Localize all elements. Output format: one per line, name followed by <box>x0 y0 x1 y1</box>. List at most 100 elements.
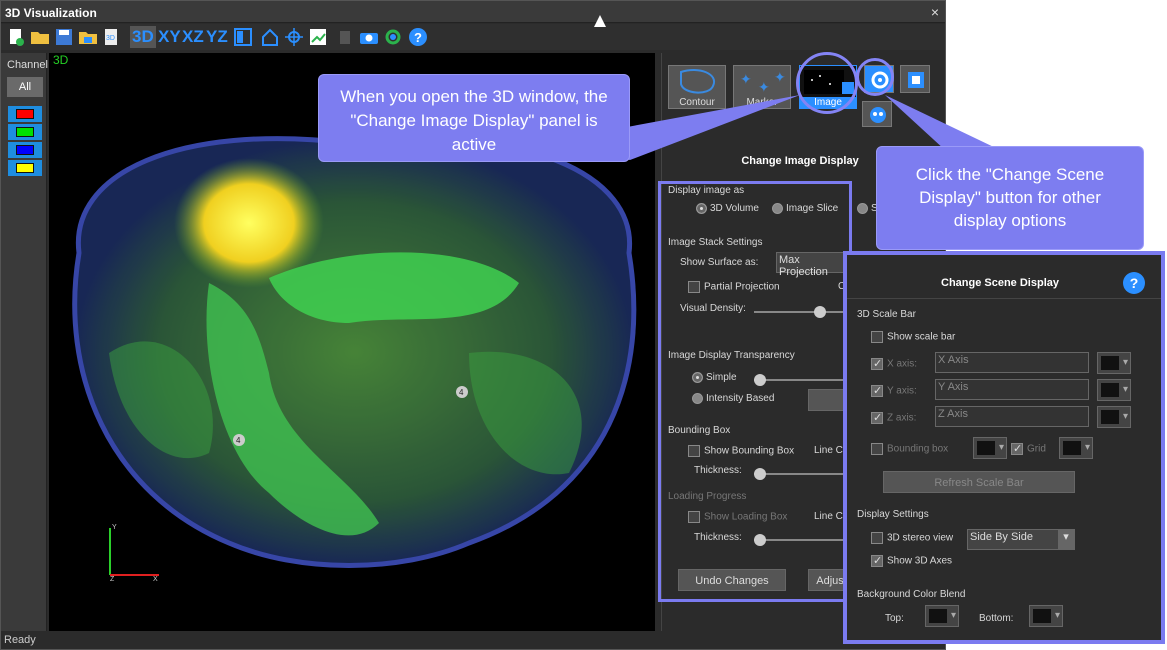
camera-view-button[interactable] <box>862 101 892 127</box>
stereo-mode-select[interactable]: Side By Side ▾ <box>967 529 1075 550</box>
volume-option[interactable]: 3D Volume <box>696 203 759 214</box>
slice-option[interactable]: Image Slice <box>772 203 838 214</box>
status-text: Ready <box>4 634 36 646</box>
checkbox <box>871 412 883 424</box>
partial-label: Partial Projection <box>704 281 780 293</box>
display-settings-label: Display Settings <box>857 509 929 520</box>
slice-label: Image Slice <box>786 203 839 215</box>
bg-bottom-color-dropdown[interactable] <box>1029 605 1063 627</box>
intensity-option[interactable]: Intensity Based <box>692 393 774 404</box>
close-icon[interactable]: × <box>931 4 939 20</box>
scene-help-icon[interactable]: ? <box>1123 272 1145 294</box>
show-loading-checkbox[interactable]: Show Loading Box <box>688 511 787 523</box>
home-icon[interactable] <box>259 26 281 48</box>
volume-label: 3D Volume <box>710 203 759 215</box>
status-bar: Ready <box>1 631 945 649</box>
scene-title: Change Scene Display <box>941 277 1059 289</box>
channel-swatch-yellow[interactable] <box>8 160 42 176</box>
y-axis-input[interactable]: Y Axis <box>935 379 1089 400</box>
scale-bar-label: 3D Scale Bar <box>857 309 916 320</box>
help-icon[interactable]: ? <box>407 26 429 48</box>
target-icon[interactable] <box>283 26 305 48</box>
surface-select[interactable]: Max Projection <box>776 252 852 278</box>
cube-icon[interactable] <box>334 26 356 48</box>
display-settings-button[interactable] <box>900 65 930 93</box>
density-slider[interactable] <box>754 306 848 318</box>
radio <box>692 393 703 404</box>
slider-knob[interactable] <box>814 306 826 318</box>
bbox-thickness-label: Thickness: <box>694 465 742 476</box>
y-axis-color-dropdown[interactable] <box>1097 379 1131 401</box>
add-chart-icon[interactable] <box>307 26 329 48</box>
third-option[interactable]: S <box>857 203 878 214</box>
view-yz-button[interactable]: YZ <box>206 26 228 48</box>
grid-checkbox[interactable]: Grid <box>1011 443 1046 455</box>
channel-color <box>16 145 34 155</box>
channel-color <box>16 127 34 137</box>
channel-swatch-green[interactable] <box>8 124 42 140</box>
stereo-mode-value: Side By Side <box>970 531 1033 543</box>
checkbox <box>871 331 883 343</box>
gear-button-highlight <box>856 58 894 96</box>
undo-changes-button[interactable]: Undo Changes <box>678 569 786 591</box>
open-folder-icon[interactable] <box>29 26 51 48</box>
stack-label: Image Stack Settings <box>668 237 763 248</box>
z-axis-color-dropdown[interactable] <box>1097 406 1131 428</box>
z-axis-checkbox[interactable]: Z axis: <box>871 412 916 424</box>
x-axis-label: X axis: <box>887 358 918 370</box>
slider-knob[interactable] <box>754 534 766 546</box>
view-xy-button[interactable]: XY <box>158 26 181 48</box>
change-scene-display-panel: Change Scene Display ? 3D Scale Bar Show… <box>843 251 1165 644</box>
stereo-view-label: 3D stereo view <box>887 532 954 544</box>
bounding-box-label: Bounding box <box>887 443 949 455</box>
stereo-view-checkbox[interactable]: 3D stereo view <box>871 532 953 544</box>
simple-option[interactable]: Simple <box>692 372 737 383</box>
x-axis-label: X <box>153 576 158 583</box>
show-scale-bar-checkbox[interactable]: Show scale bar <box>871 331 955 343</box>
bbox-thickness-slider[interactable] <box>754 468 848 480</box>
layout-icon[interactable] <box>232 26 254 48</box>
bg-bottom-label: Bottom: <box>979 613 1014 624</box>
channel-swatch-blue[interactable] <box>8 142 42 158</box>
chevron-down-icon: ▾ <box>1058 530 1074 549</box>
bounding-box-color-dropdown[interactable] <box>973 437 1007 459</box>
y-axis-checkbox[interactable]: Y axis: <box>871 385 917 397</box>
marker-button[interactable]: ✦ ✦ ✦ Marker <box>733 65 791 109</box>
display-as-label: Display image as <box>668 185 745 196</box>
x-axis-color-dropdown[interactable] <box>1097 352 1131 374</box>
contour-button[interactable]: Contour <box>668 65 726 109</box>
camera-icon[interactable] <box>358 26 380 48</box>
marker-stars-icon: ✦ ✦✦ <box>740 70 786 96</box>
simple-label: Simple <box>706 372 737 384</box>
owl-icon <box>870 107 886 123</box>
grid-color-dropdown[interactable] <box>1059 437 1093 459</box>
x-axis-checkbox[interactable]: X axis: <box>871 358 917 370</box>
transparency-slider[interactable] <box>754 374 848 386</box>
bg-top-color-dropdown[interactable] <box>925 605 959 627</box>
channel-swatch-red[interactable] <box>8 106 42 122</box>
marker-label: Marker <box>746 97 778 108</box>
save-icon[interactable] <box>53 26 75 48</box>
partial-projection-checkbox[interactable]: Partial Projection <box>688 281 780 293</box>
export-3d-icon[interactable]: 3D <box>101 26 123 48</box>
checkbox <box>871 358 883 370</box>
checkbox <box>688 281 700 293</box>
view-xz-button[interactable]: XZ <box>182 26 204 48</box>
slider-knob[interactable] <box>754 374 766 386</box>
refresh-icon[interactable] <box>382 26 404 48</box>
bounding-box-checkbox[interactable]: Bounding box <box>871 443 948 455</box>
new-file-icon[interactable] <box>5 26 27 48</box>
checkbox <box>871 385 883 397</box>
z-axis-input[interactable]: Z Axis <box>935 406 1089 427</box>
refresh-scale-bar-button[interactable]: Refresh Scale Bar <box>883 471 1075 493</box>
z-axis-label: Z <box>110 576 115 583</box>
open-folder-blue-icon[interactable] <box>77 26 99 48</box>
slider-knob[interactable] <box>754 468 766 480</box>
x-axis-input[interactable]: X Axis <box>935 352 1089 373</box>
channel-all-button[interactable]: All <box>7 77 43 97</box>
show-bbox-checkbox[interactable]: Show Bounding Box <box>688 445 794 457</box>
view-3d-button[interactable]: 3D <box>130 26 156 48</box>
show-axes-checkbox[interactable]: Show 3D Axes <box>871 555 952 567</box>
checkbox <box>1011 443 1023 455</box>
loading-thickness-slider[interactable] <box>754 534 848 546</box>
